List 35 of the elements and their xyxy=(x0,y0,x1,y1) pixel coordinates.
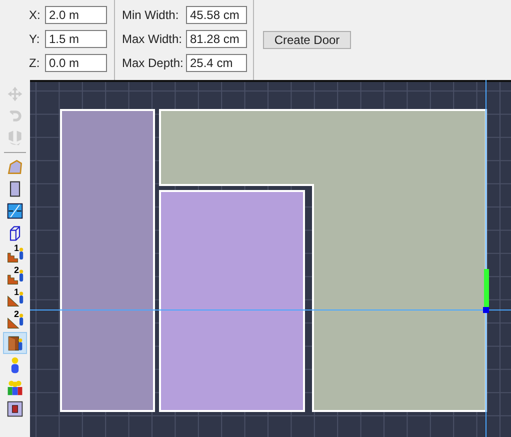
field-label: Y: xyxy=(29,31,41,48)
ramp-person-icon xyxy=(6,312,24,330)
field-label: X: xyxy=(29,7,42,24)
level-number: 1 xyxy=(14,288,20,297)
tool-button[interactable] xyxy=(3,332,27,354)
level-number: 1 xyxy=(14,244,20,253)
input-field[interactable]: 2.0 m xyxy=(45,6,107,24)
input-field[interactable]: 45.58 cm xyxy=(186,6,247,24)
field-label: Min Width: xyxy=(122,7,180,24)
floor-plan-canvas[interactable] xyxy=(30,80,511,437)
stairs-person-icon xyxy=(6,268,24,286)
people-group-icon xyxy=(6,378,24,396)
tool-button[interactable]: 1 xyxy=(3,288,27,310)
level-number: 2 xyxy=(14,266,20,275)
create-door-button[interactable]: Create Door xyxy=(263,31,351,49)
polygon-icon xyxy=(6,158,24,176)
door-marker xyxy=(484,269,489,310)
input-field[interactable]: 1.5 m xyxy=(45,30,107,48)
field-label: Z: xyxy=(29,55,41,72)
level-number: 2 xyxy=(14,310,20,319)
move-arrows-icon xyxy=(6,85,24,103)
field-label: Max Width: xyxy=(122,31,184,48)
tool-button[interactable]: 1 xyxy=(3,244,27,266)
ramp-person-icon xyxy=(6,290,24,308)
input-field[interactable]: 25.4 cm xyxy=(186,54,247,72)
tool-button[interactable]: 2 xyxy=(3,266,27,288)
input-field[interactable]: 0.0 m xyxy=(45,54,107,72)
stairs-person-icon xyxy=(6,246,24,264)
input-field[interactable]: 81.28 cm xyxy=(186,30,247,48)
panel-icon xyxy=(6,400,24,418)
door-person-icon xyxy=(6,334,24,352)
tool-button[interactable]: 2 xyxy=(3,310,27,332)
flip-arrows-icon xyxy=(6,129,24,147)
field-label: Max Depth: xyxy=(122,55,184,72)
split-square-icon xyxy=(6,202,24,220)
